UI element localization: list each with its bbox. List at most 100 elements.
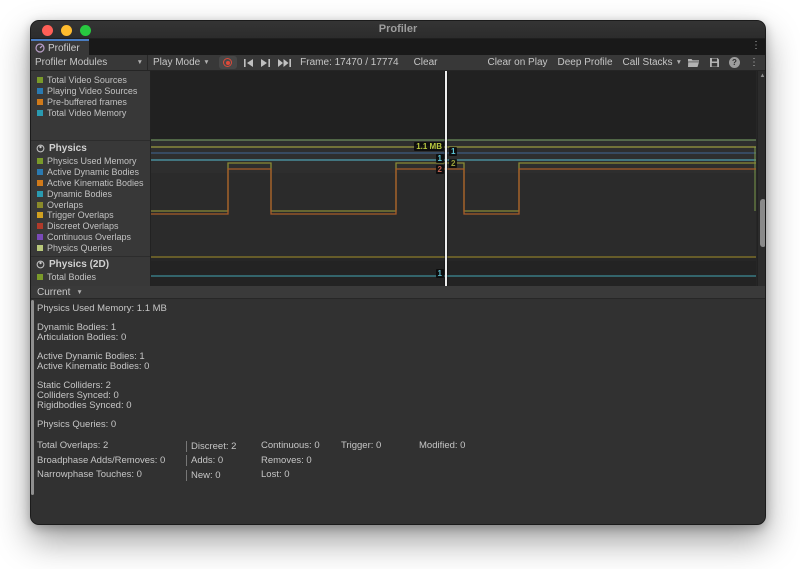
details-stat-line: Physics Queries: 0 [37, 420, 757, 430]
next-frame-button[interactable] [260, 58, 271, 68]
table-cell: Trigger: 0 [341, 441, 419, 451]
details-stat-line: Physics Used Memory: 1.1 MB [37, 304, 757, 314]
legend-label: Dynamic Bodies [47, 189, 112, 199]
toolbar: Profiler Modules ▼ Play Mode ▼ [31, 55, 765, 71]
table-cell: Continuous: 0 [261, 441, 341, 451]
details-stat-line: Rigidbodies Synced: 0 [37, 401, 757, 411]
profiler-modules-label: Profiler Modules [35, 57, 107, 68]
toolbar-menu-icon[interactable]: ⋮ [749, 57, 759, 68]
chart-scrollbar[interactable]: ▲ [757, 71, 766, 286]
table-cell: Broadphase Adds/Removes: 0 [37, 456, 186, 466]
table-cell: Discreet: 2 [186, 441, 261, 452]
legend-item[interactable]: Physics Used Memory [31, 156, 150, 167]
tab-label: Profiler [48, 43, 80, 54]
module-section: Physics (2D) Total Bodies [31, 256, 150, 286]
window-title: Profiler [31, 23, 765, 35]
chart-scrollbar-thumb[interactable] [760, 199, 766, 247]
deep-profile-toggle[interactable]: Deep Profile [553, 55, 618, 70]
legend-item[interactable]: Total Bodies [31, 272, 150, 283]
legend-item[interactable]: Total Video Sources [31, 75, 150, 86]
profiler-modules-dropdown[interactable]: Profiler Modules ▼ [31, 55, 148, 70]
details-mode-dropdown[interactable]: Current ▼ [31, 286, 766, 299]
playhead-value-label: 1 [436, 154, 444, 163]
table-cell: Removes: 0 [261, 456, 341, 466]
profiler-gauge-icon [35, 43, 45, 53]
details-group: Active Dynamic Bodies: 1Active Kinematic… [37, 352, 757, 372]
legend-label: Overlaps [47, 200, 83, 210]
previous-frame-button[interactable] [243, 58, 254, 68]
legend-label: Playing Video Sources [47, 86, 137, 96]
module-header-label: Physics [49, 143, 87, 154]
chevron-down-icon: ▼ [676, 59, 682, 66]
table-row: Total Overlaps: 2Discreet: 2Continuous: … [37, 439, 757, 454]
legend-item[interactable]: Total Video Memory [31, 107, 150, 118]
legend-item[interactable]: Pre-buffered frames [31, 97, 150, 108]
call-stacks-dropdown[interactable]: Call Stacks ▼ [618, 55, 687, 70]
legend-swatch [37, 202, 43, 208]
play-mode-dropdown[interactable]: Play Mode ▼ [148, 55, 215, 70]
legend-swatch [37, 180, 43, 186]
table-cell: Total Overlaps: 2 [37, 441, 186, 451]
clear-button[interactable]: Clear [409, 55, 443, 70]
legend-swatch [37, 110, 43, 116]
legend-item[interactable]: Dynamic Bodies [31, 188, 150, 199]
legend-item[interactable]: Continuous Overlaps [31, 232, 150, 243]
legend-item[interactable]: Discreet Overlaps [31, 221, 150, 232]
legend-swatch [37, 191, 43, 197]
legend-swatch [37, 99, 43, 105]
load-profile-icon[interactable] [687, 57, 700, 68]
legend-label: Total Video Memory [47, 108, 126, 118]
legend-label: Trigger Overlaps [47, 210, 114, 220]
details-stat-line: Static Colliders: 2 [37, 381, 757, 391]
details-group: Static Colliders: 2Colliders Synced: 0Ri… [37, 381, 757, 411]
legend-swatch [37, 234, 43, 240]
details-stat-line: Active Kinematic Bodies: 0 [37, 362, 757, 372]
table-row: Narrowphase Touches: 0New: 0Lost: 0 [37, 468, 757, 483]
charts-area: Total Video SourcesPlaying Video Sources… [31, 71, 766, 286]
chart-playhead[interactable] [445, 71, 447, 286]
legend-item[interactable]: Playing Video Sources [31, 86, 150, 97]
details-group: Physics Used Memory: 1.1 MB [37, 304, 757, 314]
tab-profiler[interactable]: Profiler [31, 39, 89, 55]
legend-item[interactable]: Overlaps [31, 199, 150, 210]
frame-counter: Frame: 17470 / 17774 [300, 57, 398, 68]
legend-label: Total Bodies [47, 272, 96, 282]
help-icon[interactable]: ? [729, 57, 740, 68]
module-header-physics-2d-[interactable]: Physics (2D) [31, 257, 150, 272]
title-bar[interactable]: Profiler [31, 21, 765, 39]
chart-canvas [151, 71, 756, 286]
legend-label: Active Dynamic Bodies [47, 167, 139, 177]
legend-label: Continuous Overlaps [47, 232, 131, 242]
legend-item[interactable]: Trigger Overlaps [31, 210, 150, 221]
record-button[interactable] [219, 56, 237, 69]
legend-swatch [37, 223, 43, 229]
module-legend-sidebar: Total Video SourcesPlaying Video Sources… [31, 71, 151, 286]
physics-chart[interactable]: 1.1 MB11221 [151, 71, 757, 286]
module-header-label: Physics (2D) [49, 259, 109, 270]
tab-menu-icon[interactable]: ⋮ [751, 40, 761, 51]
legend-label: Total Video Sources [47, 75, 127, 85]
details-group: Dynamic Bodies: 1Articulation Bodies: 0 [37, 323, 757, 343]
table-cell: Lost: 0 [261, 470, 341, 480]
playhead-value-label: 1.1 MB [414, 142, 444, 151]
legend-label: Discreet Overlaps [47, 221, 119, 231]
details-pane: Current ▼ Physics Used Memory: 1.1 MB Dyn… [31, 286, 766, 525]
legend-item[interactable]: Active Kinematic Bodies [31, 178, 150, 189]
legend-item[interactable]: Physics Queries [31, 242, 150, 253]
table-row: Broadphase Adds/Removes: 0Adds: 0Removes… [37, 454, 757, 469]
details-body: Physics Used Memory: 1.1 MB Dynamic Bodie… [37, 304, 757, 483]
save-profile-icon[interactable] [709, 57, 720, 68]
legend-swatch [37, 158, 43, 164]
legend-item[interactable]: Active Dynamic Bodies [31, 167, 150, 178]
legend-label: Pre-buffered frames [47, 97, 127, 107]
current-frame-button[interactable] [277, 58, 292, 68]
record-icon [223, 58, 232, 67]
table-cell: New: 0 [186, 470, 261, 481]
module-header-physics[interactable]: Physics [31, 141, 150, 156]
details-scrollbar[interactable] [31, 300, 34, 495]
playhead-value-label: 2 [449, 159, 457, 168]
clear-on-play-toggle[interactable]: Clear on Play [482, 55, 552, 70]
chevron-down-icon: ▼ [137, 59, 143, 66]
legend-swatch [37, 77, 43, 83]
scroll-up-icon[interactable]: ▲ [758, 73, 766, 79]
